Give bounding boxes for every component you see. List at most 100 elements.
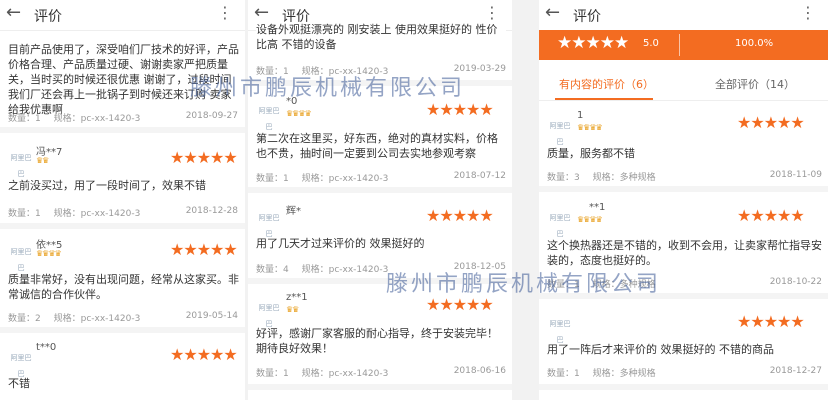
review-panel-2: ← 评价 ⋮ 设备外观挺漂亮的 刚安装上 使用效果挺好的 性价比高 不错的设备 … <box>248 0 512 400</box>
review-date: 2018-06-16 <box>453 366 506 376</box>
back-arrow-icon[interactable]: ← <box>254 2 269 23</box>
divider <box>0 127 245 133</box>
review-spec: 规格：多种规格 <box>592 369 656 379</box>
review-date: 2019-05-14 <box>185 311 238 321</box>
divider <box>248 384 512 390</box>
avatar: 阿里巴巴 <box>547 210 573 238</box>
review-meta: 数量：1 规格：pc-xx-1420-3 2018-12-28 <box>8 206 238 219</box>
review-text: 好评，感谢厂家客服的耐心指导，终于安装完毕！期待良好效果！ <box>256 327 498 355</box>
back-arrow-icon[interactable]: ← <box>545 2 560 23</box>
rating-stars: ★★★★★ <box>426 100 494 119</box>
review-text: 这个换热器还是不错的，收到不会用，让卖家帮忙指导安装的，态度也挺好的。 <box>547 239 822 267</box>
top-bar: ← 评价 ⋮ <box>539 0 828 31</box>
buyer-level-badge: ♛♛♛♛ <box>36 249 62 258</box>
review-date: 2018-09-27 <box>185 111 238 121</box>
summary-score: 5.0 <box>643 38 659 49</box>
review-date: 2018-12-27 <box>769 366 822 376</box>
reviewer-name: 辉* <box>286 206 301 217</box>
avatar: 阿里巴巴 <box>8 244 34 272</box>
avatar: 阿里巴巴 <box>256 210 282 238</box>
review-text: 第二次在这里买，好东西，绝对的真材实料，价格也不贵，抽时间一定要到公司去实地参观… <box>256 132 498 160</box>
buyer-level-badge: ♛♛ <box>286 305 299 314</box>
review-quantity: 数量：1 <box>256 174 289 184</box>
review-panel-3: ← 评价 ⋮ ★★★★★ 5.0 100.0% 有内容的评价（6） 全部评价（1… <box>539 0 828 400</box>
review-date: 2018-07-12 <box>453 171 506 181</box>
review-spec: 规格：pc-xx-1420-3 <box>301 174 389 184</box>
back-arrow-icon[interactable]: ← <box>6 2 21 23</box>
company-watermark: 滕州市鹏辰机械有限公司 <box>386 272 662 297</box>
review-meta: 数量：1 规格：pc-xx-1420-3 2018-07-12 <box>256 171 506 184</box>
summary-divider <box>679 34 680 56</box>
review-quantity: 数量：3 <box>547 173 580 183</box>
review-spec: 规格：pc-xx-1420-3 <box>301 369 389 379</box>
review-quantity: 数量：1 <box>547 369 580 379</box>
review-meta: 数量：1 规格：多种规格 2018-12-27 <box>547 366 822 379</box>
review-text: 质量非常好，没有出现问题，经常从这家买。非常诚信的合作伙伴。 <box>8 273 239 301</box>
avatar: 阿里巴巴 <box>256 103 282 131</box>
review-spec: 规格：多种规格 <box>592 173 656 183</box>
review-date: 2018-11-09 <box>769 170 822 180</box>
tab-all[interactable]: 全部评价（14） <box>715 76 795 92</box>
review-panel-1: ← 评价 ⋮ 目前产品使用了，深受咱们厂技术的好评，产品价格合理、产品质量过硬、… <box>0 0 245 400</box>
rating-stars: ★★★★★ <box>426 206 494 225</box>
avatar: 阿里巴巴 <box>547 316 573 344</box>
buyer-level-badge: ♛♛♛♛ <box>577 215 603 224</box>
panel-gap <box>512 0 539 400</box>
review-quantity: 数量：4 <box>256 265 289 275</box>
review-tabs: 有内容的评价（6） 全部评价（14） <box>539 68 828 100</box>
rating-stars: ★★★★★ <box>737 113 805 132</box>
page-title: 评价 <box>573 9 601 25</box>
review-text: 不错 <box>8 377 30 390</box>
review-date: 2018-12-28 <box>185 206 238 216</box>
review-meta: 数量：1 规格：pc-xx-1420-3 2018-09-27 <box>8 111 238 124</box>
rating-stars: ★★★★★ <box>737 206 805 225</box>
review-quantity: 数量：2 <box>8 314 41 324</box>
buyer-level-badge: ♛♛♛♛ <box>286 109 312 118</box>
review-meta: 数量：3 规格：多种规格 2018-11-09 <box>547 170 822 183</box>
review-spec: 规格：pc-xx-1420-3 <box>301 265 389 275</box>
buyer-level-badge: ♛♛ <box>36 156 49 165</box>
summary-stars: ★★★★★ <box>557 33 629 53</box>
review-quantity: 数量：1 <box>8 209 41 219</box>
reviewer-name: 1 <box>577 110 584 121</box>
rating-summary-bar: ★★★★★ 5.0 100.0% <box>539 30 828 60</box>
reviewer-name: t**0 <box>36 342 57 353</box>
review-text: 用了一阵后才来评价的 效果挺好的 不错的商品 <box>547 343 774 356</box>
avatar: 阿里巴巴 <box>256 300 282 328</box>
divider <box>248 187 512 193</box>
review-text: 质量，服务都不错 <box>547 147 635 160</box>
divider <box>0 223 245 229</box>
review-text: 用了几天才过来评价的 效果挺好的 <box>256 237 425 250</box>
rating-stars: ★★★★★ <box>170 148 238 167</box>
review-quantity: 数量：1 <box>8 114 41 124</box>
review-meta: 数量：1 规格：pc-xx-1420-3 2018-06-16 <box>256 366 506 379</box>
avatar: 阿里巴巴 <box>8 150 34 178</box>
more-menu-icon[interactable]: ⋮ <box>217 3 233 22</box>
divider <box>0 327 245 333</box>
tab-with-content[interactable]: 有内容的评价（6） <box>559 76 654 92</box>
review-meta: 数量：2 规格：pc-xx-1420-3 2019-05-14 <box>8 311 238 324</box>
review-spec: 规格：pc-xx-1420-3 <box>53 114 141 124</box>
page-title: 评价 <box>34 9 62 25</box>
reviewer-name: **1 <box>589 202 606 213</box>
positive-rate: 100.0% <box>735 38 774 49</box>
review-text: 设备外观挺漂亮的 刚安装上 使用效果挺好的 性价比高 不错的设备 <box>256 22 506 52</box>
review-text: 之前没买过，用了一段时间了，效果不错 <box>8 179 206 192</box>
avatar: 阿里巴巴 <box>547 118 573 146</box>
review-spec: 规格：pc-xx-1420-3 <box>53 314 141 324</box>
review-spec: 规格：pc-xx-1420-3 <box>53 209 141 219</box>
review-date: 2018-10-22 <box>769 277 822 287</box>
rating-stars: ★★★★★ <box>170 345 238 364</box>
divider <box>539 384 828 390</box>
divider <box>539 186 828 192</box>
more-menu-icon[interactable]: ⋮ <box>484 3 500 22</box>
divider <box>539 100 828 101</box>
rating-stars: ★★★★★ <box>737 312 805 331</box>
top-bar: ← 评价 ⋮ <box>0 0 245 31</box>
avatar: 阿里巴巴 <box>8 350 34 378</box>
more-menu-icon[interactable]: ⋮ <box>800 3 816 22</box>
buyer-level-badge: ♛♛♛♛ <box>577 123 603 132</box>
company-watermark: 滕州市鹏辰机械有限公司 <box>190 76 466 101</box>
review-quantity: 数量：1 <box>256 369 289 379</box>
reviewer-name: z**1 <box>286 292 308 303</box>
